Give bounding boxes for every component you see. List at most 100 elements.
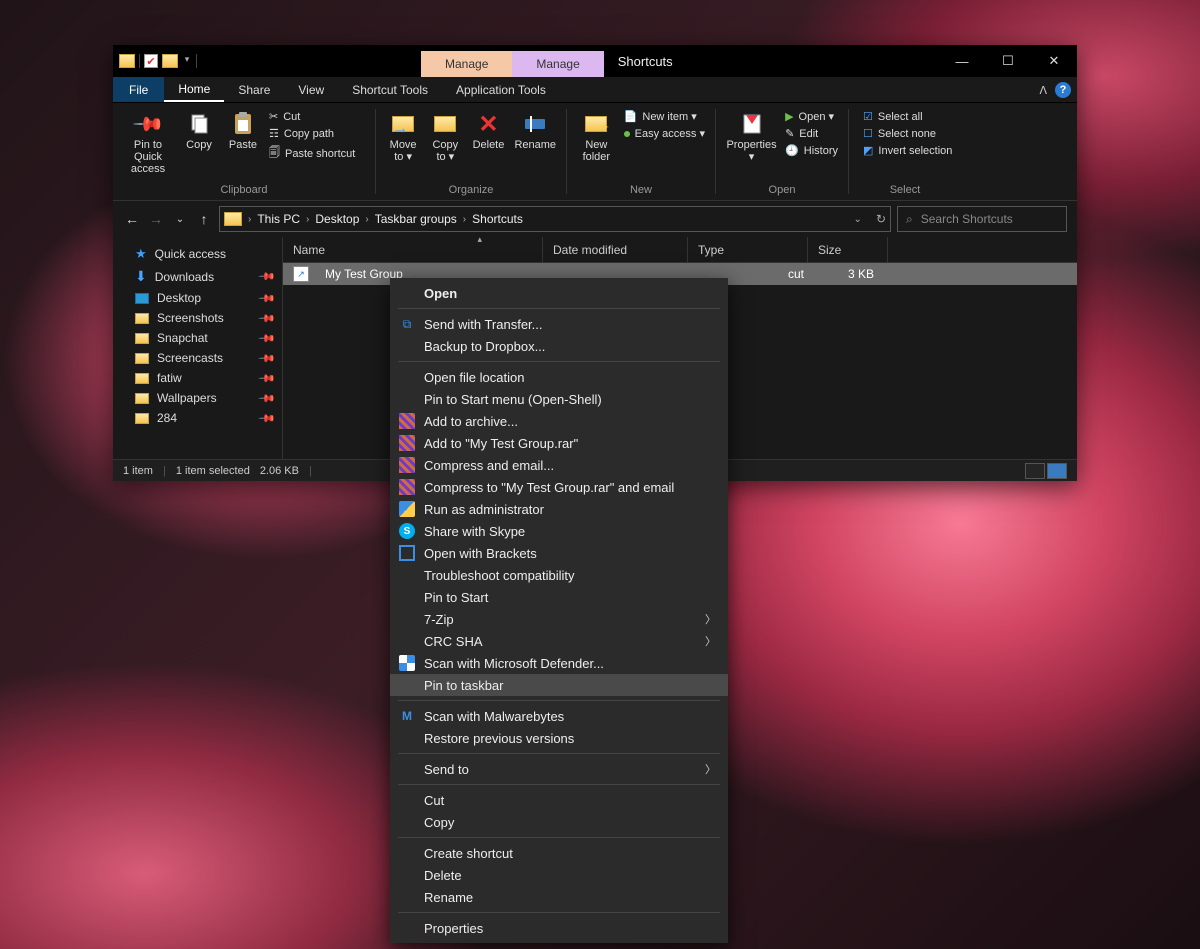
- maximize-button[interactable]: ☐: [985, 45, 1031, 77]
- menu-item[interactable]: Pin to taskbar: [390, 674, 728, 696]
- menu-item[interactable]: ⧉Send with Transfer...: [390, 313, 728, 335]
- menu-item[interactable]: Properties: [390, 917, 728, 939]
- column-name[interactable]: Name: [283, 237, 543, 263]
- menu-item[interactable]: Delete: [390, 864, 728, 886]
- select-all-button[interactable]: ☑Select all: [861, 109, 954, 124]
- selection-count: 1 item selected: [176, 465, 250, 477]
- up-button[interactable]: ↑: [195, 211, 213, 227]
- sidebar-item[interactable]: 284📌: [113, 408, 282, 428]
- breadcrumb[interactable]: This PC: [255, 212, 302, 226]
- file-tab[interactable]: File: [113, 77, 164, 102]
- icons-view-button[interactable]: [1047, 463, 1067, 479]
- sidebar-item[interactable]: Desktop📌: [113, 288, 282, 308]
- tab-view[interactable]: View: [284, 77, 338, 102]
- menu-item[interactable]: Compress and email...: [390, 454, 728, 476]
- tab-home[interactable]: Home: [164, 77, 224, 102]
- folder-icon[interactable]: [119, 54, 135, 68]
- menu-item[interactable]: 7-Zip〉: [390, 608, 728, 630]
- breadcrumb[interactable]: Shortcuts: [470, 212, 525, 226]
- collapse-ribbon-icon[interactable]: ᐱ: [1039, 84, 1047, 97]
- sidebar-item[interactable]: fatiw📌: [113, 368, 282, 388]
- select-none-button[interactable]: ☐Select none: [861, 126, 954, 141]
- new-folder-icon[interactable]: [162, 54, 178, 68]
- minimize-button[interactable]: ―: [939, 45, 985, 77]
- column-size[interactable]: Size: [808, 237, 888, 263]
- titlebar: ✔ ▾ Manage Manage Shortcuts ― ☐ ✕: [113, 45, 1077, 77]
- help-icon[interactable]: ?: [1055, 82, 1071, 98]
- menu-item[interactable]: Rename: [390, 886, 728, 908]
- menu-item[interactable]: Compress to "My Test Group.rar" and emai…: [390, 476, 728, 498]
- refresh-icon[interactable]: ↻: [876, 212, 886, 226]
- sidebar-item[interactable]: ⬇Downloads📌: [113, 265, 282, 288]
- copy-button[interactable]: Copy: [179, 107, 219, 151]
- paste-button[interactable]: Paste: [223, 107, 263, 151]
- properties-icon[interactable]: ✔: [144, 54, 158, 68]
- history-button[interactable]: 🕘History: [783, 143, 840, 158]
- menu-item[interactable]: Open: [390, 282, 728, 304]
- address-bar[interactable]: › This PC› Desktop› Taskbar groups› Shor…: [219, 206, 891, 232]
- menu-item[interactable]: Open file location: [390, 366, 728, 388]
- menu-item[interactable]: Run as administrator: [390, 498, 728, 520]
- column-type[interactable]: Type: [688, 237, 808, 263]
- menu-item[interactable]: Send to〉: [390, 758, 728, 780]
- recent-dropdown-icon[interactable]: ⌄: [171, 214, 189, 225]
- menu-item[interactable]: Add to archive...: [390, 410, 728, 432]
- back-button[interactable]: ←: [123, 211, 141, 227]
- download-icon: ⬇: [135, 268, 147, 285]
- paste-shortcut-button[interactable]: 🗐Paste shortcut: [267, 143, 357, 164]
- menu-item[interactable]: MScan with Malwarebytes: [390, 705, 728, 727]
- menu-item[interactable]: Restore previous versions: [390, 727, 728, 749]
- tab-shortcut-tools[interactable]: Shortcut Tools: [338, 77, 442, 102]
- sidebar-item[interactable]: ★Quick access: [113, 243, 282, 265]
- sidebar-item-label: Screenshots: [157, 311, 224, 325]
- qat-dropdown-icon[interactable]: ▾: [182, 54, 192, 68]
- menu-item[interactable]: Scan with Microsoft Defender...: [390, 652, 728, 674]
- cut-button[interactable]: ✂Cut: [267, 109, 357, 124]
- open-button[interactable]: ▶Open ▾: [783, 109, 840, 124]
- breadcrumb[interactable]: Taskbar groups: [373, 212, 459, 226]
- menu-item[interactable]: Troubleshoot compatibility: [390, 564, 728, 586]
- menu-item[interactable]: SShare with Skype: [390, 520, 728, 542]
- menu-item[interactable]: Pin to Start menu (Open-Shell): [390, 388, 728, 410]
- menu-item-label: Compress and email...: [424, 458, 554, 473]
- menu-item[interactable]: Copy: [390, 811, 728, 833]
- copy-to-button[interactable]: Copy to ▾: [426, 107, 464, 163]
- sidebar-item[interactable]: Snapchat📌: [113, 328, 282, 348]
- menu-item-label: Troubleshoot compatibility: [424, 568, 575, 583]
- close-button[interactable]: ✕: [1031, 45, 1077, 77]
- column-date[interactable]: Date modified: [543, 237, 688, 263]
- properties-button[interactable]: Properties ▾: [724, 107, 779, 163]
- easy-access-button[interactable]: Easy access ▾: [622, 126, 707, 141]
- forward-button[interactable]: →: [147, 211, 165, 227]
- shield-icon: [399, 501, 415, 517]
- pin-to-quick-access-button[interactable]: 📌 Pin to Quick access: [121, 107, 175, 175]
- search-input[interactable]: ⌕ Search Shortcuts: [897, 206, 1067, 232]
- menu-item[interactable]: Pin to Start: [390, 586, 728, 608]
- menu-item[interactable]: Cut: [390, 789, 728, 811]
- sidebar-item[interactable]: Wallpapers📌: [113, 388, 282, 408]
- move-to-button[interactable]: → Move to ▾: [384, 107, 422, 163]
- rename-button[interactable]: Rename: [512, 107, 558, 151]
- pin-icon: 📌: [130, 106, 165, 141]
- invert-selection-button[interactable]: ◩Invert selection: [861, 143, 954, 158]
- details-view-button[interactable]: [1025, 463, 1045, 479]
- new-folder-button[interactable]: ✦ New folder: [575, 107, 618, 163]
- new-item-button[interactable]: 📄New item ▾: [622, 109, 707, 124]
- menu-item[interactable]: Add to "My Test Group.rar": [390, 432, 728, 454]
- contextual-tab-application[interactable]: Manage: [512, 51, 603, 77]
- chevron-down-icon[interactable]: ⌄: [854, 214, 862, 225]
- delete-button[interactable]: ✕ Delete: [468, 107, 508, 151]
- menu-item[interactable]: CRC SHA〉: [390, 630, 728, 652]
- menu-item[interactable]: Open with Brackets: [390, 542, 728, 564]
- contextual-tab-shortcut[interactable]: Manage: [421, 51, 512, 77]
- copy-path-button[interactable]: ☶Copy path: [267, 126, 357, 141]
- edit-button[interactable]: ✎Edit: [783, 126, 840, 141]
- menu-item[interactable]: Create shortcut: [390, 842, 728, 864]
- sidebar-item[interactable]: Screencasts📌: [113, 348, 282, 368]
- folder-icon: [135, 333, 149, 344]
- menu-item[interactable]: Backup to Dropbox...: [390, 335, 728, 357]
- breadcrumb[interactable]: Desktop: [313, 212, 361, 226]
- tab-share[interactable]: Share: [224, 77, 284, 102]
- sidebar-item[interactable]: Screenshots📌: [113, 308, 282, 328]
- tab-application-tools[interactable]: Application Tools: [442, 77, 560, 102]
